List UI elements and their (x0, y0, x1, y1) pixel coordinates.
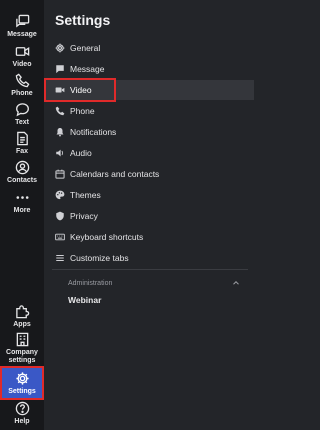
rail-item-help[interactable]: Help (0, 401, 44, 426)
settings-item-video[interactable]: Video (44, 80, 254, 100)
settings-item-phone[interactable]: Phone (44, 101, 254, 121)
video-icon (15, 47, 29, 56)
administration-item-webinar[interactable]: Webinar (68, 295, 101, 309)
message-icon (15, 14, 29, 28)
rail-label-fax: Fax (15, 148, 29, 155)
settings-item-customize-tabs[interactable]: Customize tabs (44, 248, 254, 268)
settings-label-customize-tabs: Customize tabs (70, 253, 129, 263)
keyboard-icon (55, 233, 65, 241)
chevron-up-icon (233, 281, 239, 285)
help-icon (15, 401, 29, 416)
text-icon (15, 103, 29, 117)
settings-label-calendars: Calendars and contacts (70, 169, 160, 179)
rail-label-message: Message (7, 31, 37, 38)
left-nav-rail: Message Video Phone Text Fax Contacts Mo… (0, 0, 44, 430)
calendar-icon (55, 169, 65, 179)
section-divider (52, 269, 248, 270)
settings-item-keyboard-shortcuts[interactable]: Keyboard shortcuts (44, 227, 254, 247)
settings-label-video: Video (70, 85, 92, 95)
fax-icon (16, 131, 28, 146)
list-icon (56, 255, 64, 261)
rail-item-text[interactable]: Text (0, 102, 44, 127)
palette-icon (55, 190, 65, 200)
rail-label-company-settings: Company settings (6, 349, 38, 364)
settings-label-notifications: Notifications (70, 127, 117, 137)
rail-label-contacts: Contacts (7, 177, 37, 184)
gear-icon (55, 43, 65, 53)
settings-label-audio: Audio (70, 148, 92, 158)
phone-icon (55, 106, 65, 116)
apps-icon (15, 305, 29, 319)
settings-item-message[interactable]: Message (44, 59, 254, 79)
settings-item-general[interactable]: General (44, 38, 254, 58)
rail-item-video[interactable]: Video (0, 44, 44, 69)
rail-label-help: Help (14, 418, 30, 425)
shield-icon (56, 211, 64, 221)
settings-item-notifications[interactable]: Notifications (44, 122, 254, 142)
page-title: Settings (55, 12, 111, 28)
rail-label-more: More (13, 207, 31, 214)
settings-label-keyboard-shortcuts: Keyboard shortcuts (70, 232, 144, 242)
company-icon (16, 332, 28, 347)
settings-label-phone: Phone (70, 106, 95, 116)
rail-label-settings: Settings (8, 388, 36, 395)
settings-item-calendars[interactable]: Calendars and contacts (44, 164, 254, 184)
rail-item-phone[interactable]: Phone (0, 73, 44, 98)
rail-label-video: Video (12, 61, 32, 68)
rail-item-company-settings[interactable]: Company settings (0, 332, 44, 365)
administration-section-header[interactable]: Administration (68, 276, 240, 290)
administration-section-label: Administration (68, 279, 113, 287)
rail-item-apps[interactable]: Apps (0, 304, 44, 329)
contacts-icon (15, 160, 29, 175)
gear-icon (15, 372, 29, 385)
settings-item-themes[interactable]: Themes (44, 185, 254, 205)
rail-item-contacts[interactable]: Contacts (0, 160, 44, 185)
rail-label-apps: Apps (13, 321, 31, 328)
settings-item-audio[interactable]: Audio (44, 143, 254, 163)
settings-label-general: General (70, 43, 101, 53)
settings-label-message: Message (70, 64, 105, 74)
message-icon (56, 65, 64, 74)
video-icon (55, 87, 65, 93)
bell-icon (56, 127, 64, 137)
audio-icon (56, 149, 63, 157)
rail-label-phone: Phone (11, 90, 33, 97)
rail-item-message[interactable]: Message (0, 14, 44, 39)
rail-label-text: Text (15, 119, 29, 126)
settings-label-themes: Themes (70, 190, 101, 200)
settings-label-privacy: Privacy (70, 211, 98, 221)
settings-item-privacy[interactable]: Privacy (44, 206, 254, 226)
rail-item-fax[interactable]: Fax (0, 131, 44, 156)
settings-panel: Settings General Message Video Phone Not… (44, 0, 254, 430)
phone-icon (15, 73, 29, 88)
rail-item-more[interactable]: More (0, 190, 44, 215)
rail-item-settings[interactable]: Settings (0, 368, 44, 398)
more-icon (16, 196, 28, 199)
